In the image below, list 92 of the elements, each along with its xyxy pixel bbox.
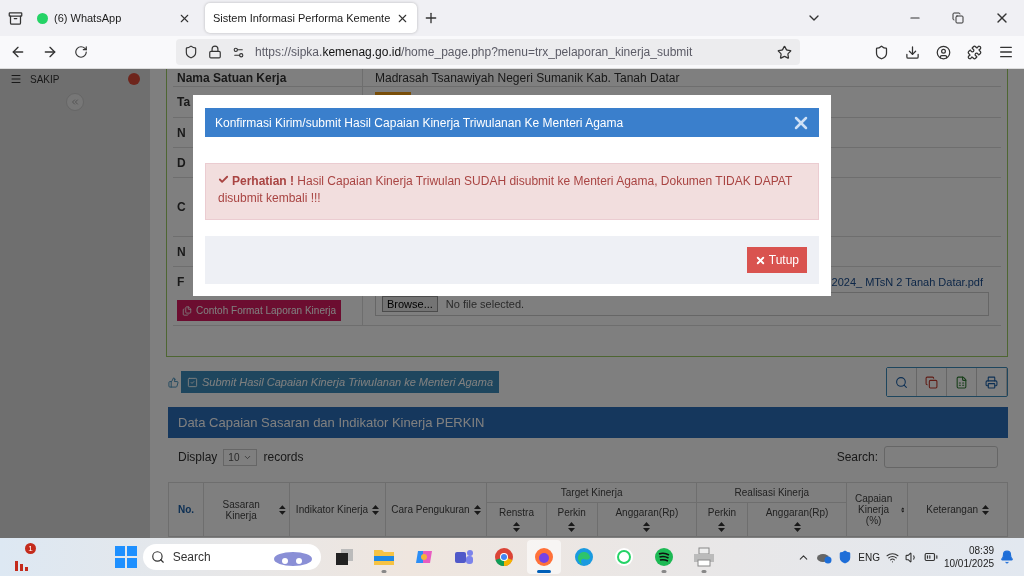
menu-icon[interactable] — [998, 44, 1014, 60]
wifi-icon[interactable] — [885, 550, 899, 564]
display-label: Display — [178, 450, 218, 464]
field-label: N — [177, 125, 187, 140]
menu-icon — [10, 73, 22, 85]
search-label: Search: — [836, 450, 878, 464]
search-icon — [895, 375, 908, 389]
browse-button[interactable]: Browse... — [382, 296, 438, 312]
chat-icon — [37, 12, 48, 24]
column-header[interactable]: Sasaran Kinerja — [203, 482, 290, 537]
sort-icon — [473, 504, 481, 515]
browser-tab[interactable]: Sistem Informasi Performa Kemente — [205, 3, 418, 33]
column-header[interactable]: Renstra — [486, 502, 547, 537]
settings-icon — [232, 45, 245, 59]
column-header: Target Kinerja — [486, 482, 697, 503]
folder-icon — [372, 547, 395, 567]
language-indicator[interactable]: ENG — [858, 551, 880, 563]
sort-icon — [643, 522, 651, 532]
team-icon — [452, 547, 475, 567]
music-icon — [653, 547, 674, 567]
sort-icon — [982, 504, 990, 515]
search-field[interactable] — [884, 446, 998, 468]
column-header[interactable]: Capaian Kinerja (%) — [846, 482, 908, 537]
search-icon — [150, 550, 165, 564]
field-label: F — [177, 275, 186, 289]
back-icon[interactable] — [10, 44, 26, 60]
tab-list-icon[interactable] — [8, 10, 23, 26]
field-label: C — [177, 200, 187, 214]
sort-icon — [372, 504, 380, 515]
search-field[interactable]: Search — [142, 544, 321, 570]
printer-icon — [692, 547, 715, 567]
account-icon[interactable] — [936, 44, 951, 60]
close-icon — [754, 254, 766, 266]
alert-message: Perhatian ! Hasil Capaian Kinerja Triwulan SUDAH disubmit ke Menteri Agama, Dokumen TIDAK DAPAT disubmit kembali !!! — [205, 163, 819, 220]
lock-icon — [208, 45, 222, 59]
column-header[interactable]: Keterangan — [907, 482, 1008, 537]
shield-icon[interactable] — [838, 550, 853, 564]
wave-icon — [573, 547, 594, 567]
battery-icon[interactable] — [923, 550, 938, 564]
puzzle-icon[interactable] — [967, 44, 982, 60]
column-header: Realisasi Kinerja — [696, 482, 847, 503]
page-size-select[interactable]: 10 — [223, 448, 258, 466]
field-label: D — [177, 155, 187, 170]
printer-icon — [985, 375, 998, 389]
chat-icon — [613, 547, 634, 567]
thumbs-up-icon — [168, 376, 179, 388]
sort-icon — [568, 522, 576, 532]
bell-icon[interactable] — [1000, 550, 1014, 564]
window-icon — [333, 547, 354, 567]
browser-tab[interactable]: (6) WhatsApp — [29, 3, 199, 33]
copy-icon — [925, 375, 938, 389]
column-header[interactable]: Cara Pengukuran — [385, 482, 487, 537]
browser-icon — [493, 547, 514, 567]
template-button[interactable]: Contoh Format Laporan Kinerja — [177, 300, 342, 321]
close-button[interactable]: Tutup — [746, 247, 807, 273]
column-header[interactable]: Perkin — [696, 502, 748, 537]
volume-icon[interactable] — [904, 550, 918, 564]
column-header: No. — [168, 482, 204, 537]
reload-icon[interactable] — [74, 45, 88, 59]
fox-icon — [533, 547, 554, 567]
sort-icon — [513, 522, 520, 532]
file-link[interactable]: 2024_ MTsN 2 Tanah Datar.pdf — [831, 276, 983, 288]
sidebar-item[interactable]: SAKIP — [0, 69, 150, 89]
records-label: records — [263, 450, 304, 464]
search-button[interactable] — [887, 368, 917, 396]
modal-title: Konfirmasi Kirim/submit Hasil Capaian Kinerja Triwulanan Ke Menteri Agama — [215, 115, 624, 130]
spreadsheet-icon — [955, 375, 968, 389]
sort-icon — [793, 522, 801, 532]
restore-icon[interactable] — [952, 12, 964, 24]
column-header[interactable]: Indikator Kinerja — [289, 482, 386, 537]
field-label: Ta — [177, 95, 192, 109]
check-icon — [218, 174, 229, 185]
field-label: Nama Satuan Kerja — [177, 70, 288, 85]
shield-icon — [184, 45, 198, 59]
sort-icon — [718, 522, 726, 532]
address-field[interactable]: https://sipka.kemenag.go.id/home_page.php?menu=trx_pelaporan_kinerja_submit — [176, 39, 800, 65]
field-label: N — [177, 244, 187, 259]
taskbar-app[interactable] — [526, 540, 561, 574]
forward-icon[interactable] — [42, 44, 58, 60]
clock[interactable]: 08:39 10/01/2025 — [943, 544, 994, 570]
column-header[interactable]: Anggaran(Rp) — [597, 502, 697, 537]
file-icon — [182, 305, 192, 316]
submit-button[interactable]: Submit Hasil Capaian Kinerja Triwulanan ke Menteri Agama — [181, 371, 500, 393]
windows-icon[interactable] — [114, 546, 137, 568]
field-value: Madrasah Tsanawiyah Negeri Sumanik Kab. Tanah Datar — [375, 70, 681, 85]
notification-dot — [128, 73, 140, 85]
checkbox-icon — [187, 376, 198, 388]
star-icon[interactable] — [777, 44, 792, 60]
download-icon[interactable] — [905, 44, 920, 60]
panel-header: Data Capaian Sasaran dan Indikator Kinerja PERKIN — [168, 407, 1008, 438]
sort-icon — [279, 504, 286, 515]
column-header[interactable]: Perkin — [546, 502, 597, 537]
